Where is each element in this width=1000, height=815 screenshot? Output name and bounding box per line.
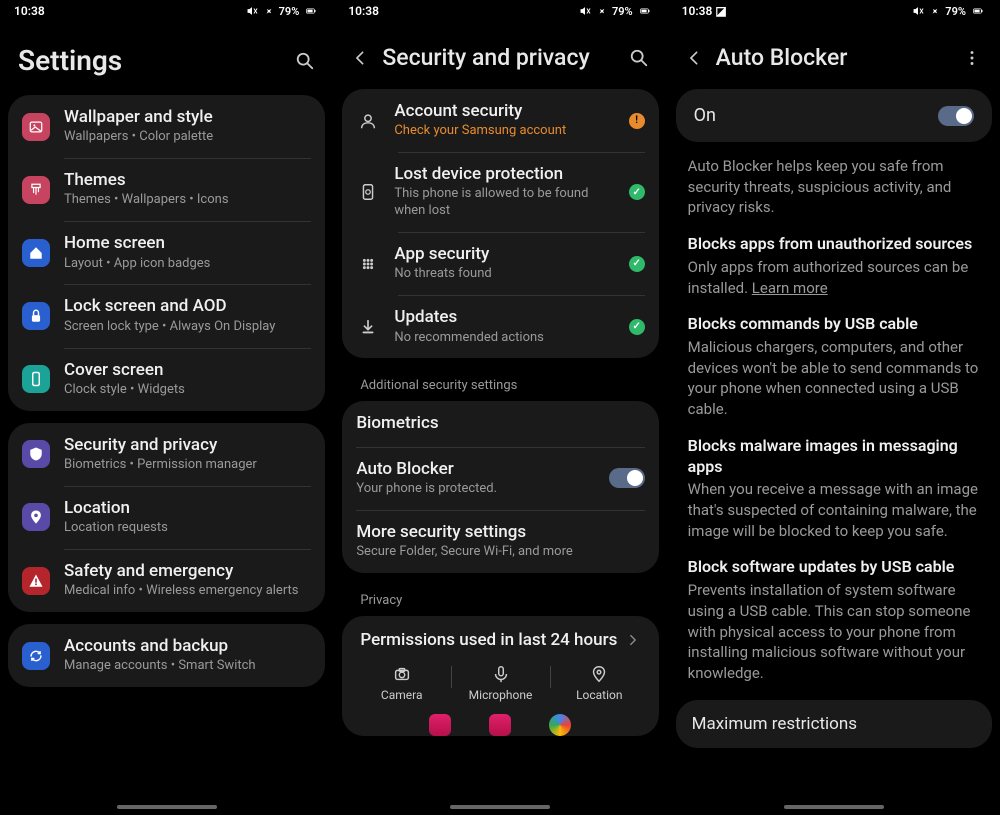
search-button[interactable]	[629, 48, 649, 68]
download-icon	[356, 315, 380, 339]
feature-description: Blocks malware images in messaging appsW…	[668, 436, 1000, 558]
lock-icon	[22, 302, 50, 330]
header: Settings	[0, 22, 333, 95]
feature-description: Block software updates by USB cablePreve…	[668, 557, 1000, 699]
master-toggle-card[interactable]: On	[676, 89, 992, 142]
nav-bar[interactable]	[334, 803, 666, 815]
feature-description: Blocks commands by USB cableMalicious ch…	[668, 314, 1000, 436]
learn-more-link[interactable]: Learn more	[752, 279, 828, 297]
status-right: 79%	[245, 4, 320, 18]
app-icon	[429, 714, 451, 736]
airplane-icon	[596, 5, 608, 17]
app-icon	[489, 714, 511, 736]
settings-item[interactable]: Security and privacy Biometrics • Permis…	[8, 423, 325, 486]
phonefind-icon	[356, 180, 380, 204]
page-title: Settings	[18, 44, 283, 77]
brush-icon	[22, 176, 50, 204]
screen-autoblocker: 10:38 ◪ 79% Auto Blocker On Auto Blocker…	[667, 0, 1000, 815]
maximum-restrictions-row[interactable]: Maximum restrictions	[676, 700, 992, 748]
alert-icon	[22, 567, 50, 595]
status-time: 10:38	[14, 4, 45, 18]
permissions-title: Permissions used in last 24 hours	[360, 630, 617, 650]
status-right: 79%	[911, 4, 986, 18]
security-setting-item[interactable]: Biometrics	[342, 401, 658, 446]
phone-icon	[22, 365, 50, 393]
mic-icon	[491, 664, 511, 684]
settings-item[interactable]: Home screen Layout • App icon badges	[8, 221, 325, 284]
screen-security: 10:38 79% Security and privacy Account s…	[333, 0, 666, 815]
battery-icon	[970, 5, 986, 17]
back-button[interactable]	[352, 48, 370, 68]
settings-item[interactable]: Location Location requests	[8, 486, 325, 549]
battery-icon	[637, 5, 653, 17]
nav-bar[interactable]	[668, 803, 1000, 815]
permission-item[interactable]: Location	[550, 664, 649, 702]
settings-item[interactable]: Accounts and backup Manage accounts • Sm…	[8, 624, 325, 687]
app-icon	[549, 714, 571, 736]
image-icon	[22, 113, 50, 141]
status-ok-icon: ✓	[629, 184, 645, 200]
status-right: 79%	[578, 4, 653, 18]
permission-item[interactable]: Camera	[352, 664, 451, 702]
airplane-icon	[929, 5, 941, 17]
settings-item[interactable]: Themes Themes • Wallpapers • Icons	[8, 158, 325, 221]
toggle-switch[interactable]	[938, 106, 974, 126]
volume-mute-icon	[578, 4, 592, 18]
volume-mute-icon	[245, 4, 259, 18]
on-label: On	[694, 105, 716, 126]
pin-icon	[589, 664, 609, 684]
security-item[interactable]: Lost device protection This phone is all…	[342, 152, 658, 232]
recent-apps	[342, 712, 658, 736]
user-icon	[356, 109, 380, 133]
nav-bar[interactable]	[0, 803, 333, 815]
volume-mute-icon	[911, 4, 925, 18]
settings-item[interactable]: Lock screen and AOD Screen lock type • A…	[8, 284, 325, 347]
settings-item[interactable]: Safety and emergency Medical info • Wire…	[8, 549, 325, 612]
security-item[interactable]: Account security Check your Samsung acco…	[342, 89, 658, 152]
screen-settings: 10:38 79% Settings Wallpaper and style W…	[0, 0, 333, 815]
status-time: 10:38	[348, 4, 379, 18]
permissions-card[interactable]: Permissions used in last 24 hours Camera…	[342, 616, 658, 736]
page-title: Auto Blocker	[716, 44, 950, 71]
status-time: 10:38 ◪	[682, 4, 727, 18]
status-warn-icon: !	[629, 113, 645, 129]
shield-icon	[22, 440, 50, 468]
settings-item[interactable]: Cover screen Clock style • Widgets	[8, 348, 325, 411]
security-setting-item[interactable]: More security settings Secure Folder, Se…	[342, 510, 658, 573]
toggle-switch[interactable]	[609, 468, 645, 488]
status-ok-icon: ✓	[629, 256, 645, 272]
section-label: Privacy	[342, 585, 658, 616]
status-bar: 10:38 ◪ 79%	[668, 0, 1000, 22]
header: Security and privacy	[334, 22, 666, 89]
search-button[interactable]	[295, 51, 315, 71]
grid-icon	[356, 252, 380, 276]
status-ok-icon: ✓	[629, 319, 645, 335]
section-label: Additional security settings	[342, 370, 658, 401]
feature-description: Blocks apps from unauthorized sourcesOnl…	[668, 234, 1000, 314]
status-bar: 10:38 79%	[0, 0, 333, 22]
settings-list[interactable]: Wallpaper and style Wallpapers • Color p…	[0, 95, 333, 803]
status-bar: 10:38 79%	[334, 0, 666, 22]
security-item[interactable]: App security No threats found ✓	[342, 232, 658, 295]
chevron-right-icon	[625, 631, 641, 649]
more-button[interactable]	[962, 48, 982, 68]
security-item[interactable]: Updates No recommended actions ✓	[342, 295, 658, 358]
header: Auto Blocker	[668, 22, 1000, 89]
home-icon	[22, 239, 50, 267]
back-button[interactable]	[686, 48, 704, 68]
settings-item[interactable]: Wallpaper and style Wallpapers • Color p…	[8, 95, 325, 158]
autoblocker-content[interactable]: Auto Blocker helps keep you safe from se…	[668, 156, 1000, 803]
camera-icon	[392, 664, 412, 684]
security-setting-item[interactable]: Auto Blocker Your phone is protected.	[342, 447, 658, 510]
pin-icon	[22, 503, 50, 531]
airplane-icon	[263, 5, 275, 17]
intro-text: Auto Blocker helps keep you safe from se…	[668, 156, 1000, 234]
battery-icon	[303, 5, 319, 17]
sync-icon	[22, 642, 50, 670]
permission-item[interactable]: Microphone	[451, 664, 550, 702]
security-content[interactable]: Account security Check your Samsung acco…	[334, 89, 666, 803]
page-title: Security and privacy	[382, 44, 616, 71]
